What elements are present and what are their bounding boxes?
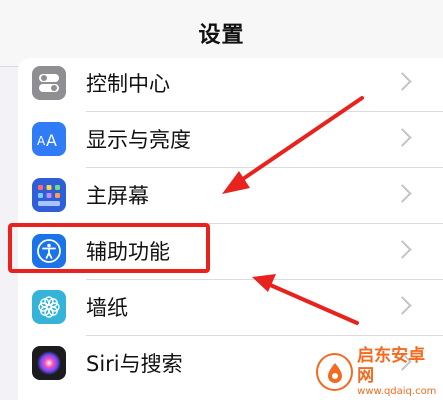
watermark-logo-icon [316,353,354,391]
watermark-name: 启东安卓网 [357,346,426,386]
watermark: 启东安卓网 www.qdaiq.com [316,346,440,398]
annotation-arrows [222,96,364,325]
arrow-upper [222,96,364,194]
arrow-lower [252,274,359,325]
watermark-url: www.qdaiq.com [357,386,437,397]
